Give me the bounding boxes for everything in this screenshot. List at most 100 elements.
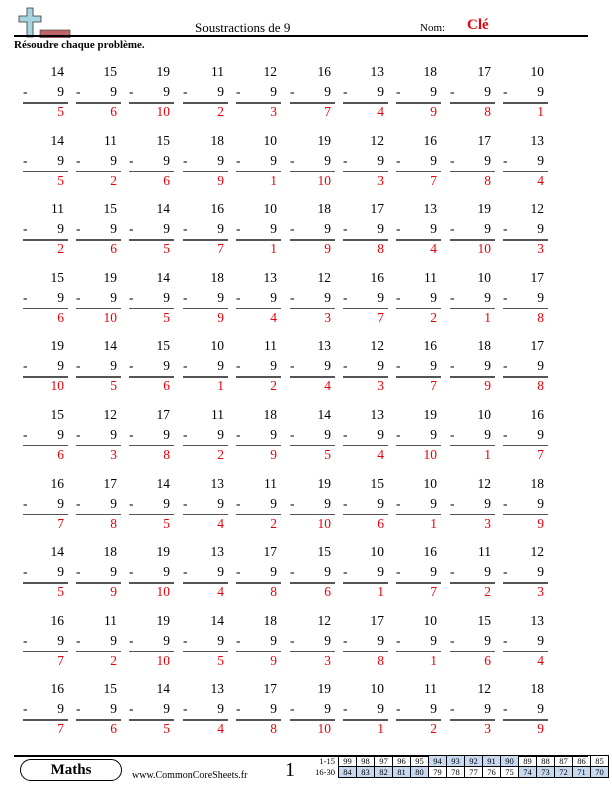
subtrahend: 9 <box>430 152 437 168</box>
minus-sign: - <box>450 426 455 442</box>
answer: 1 <box>430 515 437 531</box>
minuend: 15 <box>50 406 65 422</box>
minus-sign: - <box>343 426 348 442</box>
answer: 7 <box>377 309 384 325</box>
minuend: 11 <box>424 269 437 285</box>
problem: 14 - 9 5 <box>23 64 68 128</box>
answer: 4 <box>217 584 224 600</box>
minus-sign: - <box>343 564 348 580</box>
problem: 18 - 9 9 <box>183 133 228 197</box>
score-cell: 83 <box>356 766 375 778</box>
answer: 8 <box>270 584 277 600</box>
minus-sign: - <box>183 221 188 237</box>
name-value: Clé <box>467 17 489 33</box>
answer: 1 <box>537 104 544 119</box>
minuend: 19 <box>317 681 332 697</box>
subtrahend: 9 <box>110 495 117 511</box>
answer: 3 <box>324 309 331 325</box>
subtrahend: 9 <box>270 221 277 237</box>
score-cell: 88 <box>536 755 555 767</box>
subtrahend: 9 <box>324 221 331 237</box>
problem: 10 - 9 1 <box>236 201 281 265</box>
answer: 1 <box>217 378 224 394</box>
problem: 19 - 9 10 <box>290 133 335 197</box>
subtrahend: 9 <box>430 564 437 580</box>
minus-sign: - <box>396 426 401 442</box>
minus-sign: - <box>76 152 81 168</box>
problem-grid: 14-9 5 15-9 6 19-9 10 11-9 2 12-9 3 16-9 7 13-9 4 18-9… <box>0 64 612 750</box>
minus-sign: - <box>290 84 295 99</box>
minuend: 18 <box>423 64 438 79</box>
subtrahend: 9 <box>163 221 170 237</box>
answer: 3 <box>270 104 277 119</box>
minuend: 17 <box>530 338 545 354</box>
answer: 1 <box>270 172 277 188</box>
minuend: 11 <box>104 132 117 148</box>
subtrahend: 9 <box>484 632 491 648</box>
subject-badge: Maths <box>20 759 122 781</box>
answer: 1 <box>484 446 491 462</box>
problem: 11 - 9 2 <box>183 64 228 128</box>
minuend: 16 <box>530 406 545 422</box>
answer: 1 <box>430 652 437 668</box>
problem: 12 - 9 3 <box>503 201 548 265</box>
minuend: 11 <box>478 544 491 560</box>
minus-sign: - <box>290 632 295 648</box>
minus-sign: - <box>396 701 401 717</box>
subtrahend: 9 <box>110 84 117 99</box>
minuend: 15 <box>156 132 171 148</box>
minus-sign: - <box>290 289 295 305</box>
problem: 10 - 9 1 <box>183 338 228 402</box>
worksheet-title: Soustractions de 9 <box>195 20 291 35</box>
problem-row: 11-9 2 15-9 6 14-9 5 16-9 7 10-9 1 18-9 9 17-9 8 13-9 4… <box>0 201 612 270</box>
problem: 10 - 9 1 <box>343 681 388 745</box>
problem: 10 - 9 1 <box>503 64 548 128</box>
problem: 15 - 9 6 <box>450 613 495 677</box>
minus-sign: - <box>290 221 295 237</box>
subtrahend: 9 <box>270 84 277 99</box>
problem: 14 - 9 5 <box>183 613 228 677</box>
problem: 19 - 9 10 <box>290 681 335 745</box>
answer: 9 <box>537 721 544 737</box>
answer: 2 <box>430 309 437 325</box>
problem: 18 - 9 9 <box>290 201 335 265</box>
minuend: 10 <box>370 681 385 697</box>
minus-sign: - <box>343 289 348 305</box>
score-cell: 84 <box>338 766 357 778</box>
minus-sign: - <box>76 495 81 511</box>
minuend: 10 <box>477 406 492 422</box>
problem: 10 - 9 1 <box>450 407 495 471</box>
answer: 7 <box>430 584 437 600</box>
score-table: 1-15 99 98 97 96 95 94 93 92 91 90 89 88 87 86 85 16-30 8… <box>312 755 609 778</box>
minuend: 16 <box>50 612 65 628</box>
minuend: 13 <box>263 269 278 285</box>
answer: 7 <box>57 515 64 531</box>
minus-sign: - <box>236 701 241 717</box>
answer: 9 <box>537 515 544 531</box>
minuend: 12 <box>477 681 492 697</box>
minuend: 10 <box>263 132 278 148</box>
answer: 9 <box>217 309 224 325</box>
subtrahend: 9 <box>57 632 64 648</box>
score-cell: 73 <box>536 766 555 778</box>
problem: 18 - 9 9 <box>76 544 121 608</box>
minus-sign: - <box>450 289 455 305</box>
score-cell: 95 <box>410 755 429 767</box>
minus-sign: - <box>183 632 188 648</box>
problem: 18 - 9 9 <box>450 338 495 402</box>
problem: 10 - 9 1 <box>450 270 495 334</box>
minuend: 18 <box>477 338 492 354</box>
minus-sign: - <box>236 632 241 648</box>
problem-row: 16-9 7 17-9 8 14-9 5 13-9 4 11-9 2 19-9 10 15-9 6 10-9… <box>0 476 612 545</box>
minus-sign: - <box>76 701 81 717</box>
problem-row: 14-9 5 15-9 6 19-9 10 11-9 2 12-9 3 16-9 7 13-9 4 18-9… <box>0 64 612 133</box>
subtrahend: 9 <box>484 564 491 580</box>
subtrahend: 9 <box>377 358 384 374</box>
minuend: 13 <box>423 201 438 217</box>
answer: 7 <box>217 241 224 257</box>
minus-sign: - <box>236 495 241 511</box>
subtrahend: 9 <box>270 632 277 648</box>
minus-sign: - <box>183 358 188 374</box>
subtrahend: 9 <box>110 358 117 374</box>
answer: 2 <box>270 378 277 394</box>
